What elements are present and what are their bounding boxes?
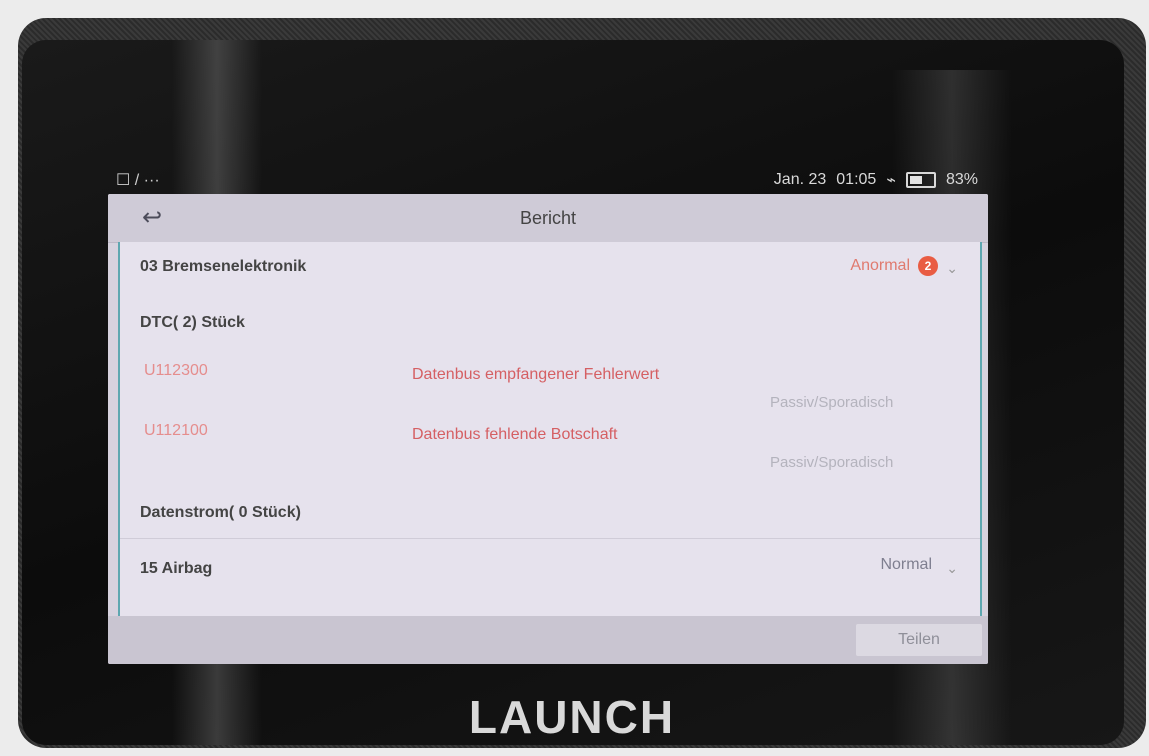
module-brakes-status-label: Anormal [850, 257, 910, 274]
module-airbag-name[interactable]: 15 Airbag [140, 560, 212, 578]
device-frame: ☐ / ··· Jan. 23 01:05 ⌁ 83% ↩ Bericht 03… [18, 18, 1146, 748]
tablet-bezel: ☐ / ··· Jan. 23 01:05 ⌁ 83% ↩ Bericht 03… [22, 40, 1124, 745]
dtc-description-1: Datenbus empfangener Fehlerwert [412, 366, 660, 383]
wifi-icon: ⌁ [886, 172, 896, 189]
chevron-down-icon[interactable]: ⌄ [946, 260, 958, 277]
share-button[interactable]: Teilen [856, 624, 982, 656]
top-bar: ↩ Bericht [108, 194, 988, 243]
page-title: Bericht [519, 208, 577, 228]
status-date: Jan. 23 [773, 171, 827, 188]
dtc-code-2: U112100 [144, 422, 208, 439]
module-brakes-status[interactable]: Anormal 2 [850, 256, 938, 276]
divider [120, 538, 980, 539]
status-time: 01:05 [836, 171, 877, 188]
dtc-header: DTC( 2) Stück [140, 314, 245, 331]
dtc-state-1: Passiv/Sporadisch [770, 394, 894, 411]
bottom-bar: Teilen [108, 616, 988, 664]
dtc-state-2: Passiv/Sporadisch [770, 454, 894, 471]
launch-logo: LAUNCH [468, 691, 676, 743]
datastream-header: Datenstrom( 0 Stück) [140, 504, 301, 521]
fault-count-badge: 2 [918, 256, 938, 276]
module-airbag-status[interactable]: Normal [880, 556, 932, 574]
dtc-description-2: Datenbus fehlende Botschaft [412, 426, 618, 443]
battery-icon [905, 172, 936, 188]
dtc-code-1: U112300 [144, 362, 208, 379]
report-content: 03 Bremsenelektronik Anormal 2 ⌄ DTC( 2)… [118, 242, 982, 616]
status-right: Jan. 23 01:05 ⌁ 83% [774, 170, 978, 190]
chevron-down-icon[interactable]: ⌄ [946, 560, 958, 577]
module-brakes-name[interactable]: 03 Bremsenelektronik [140, 258, 306, 276]
report-screen: ↩ Bericht 03 Bremsenelektronik Anormal 2… [108, 194, 988, 664]
battery-percentage: 83% [945, 171, 978, 188]
status-left-icons: ☐ / ··· [116, 172, 160, 189]
